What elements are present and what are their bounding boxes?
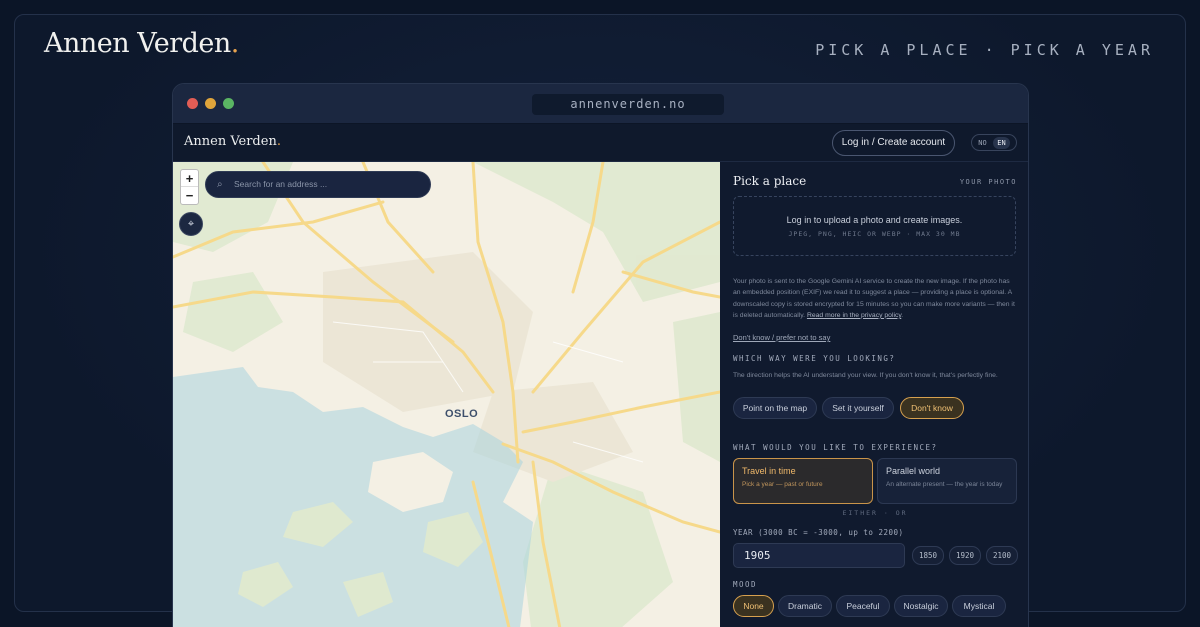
upload-formats: JPEG, PNG, HEIC OR WEBP · MAX 30 MB [788,230,961,238]
either-or-divider: EITHER · OR [842,509,908,517]
mood-peaceful-button[interactable]: Peaceful [836,595,890,617]
dont-know-place-link[interactable]: Don't know / prefer not to say [733,333,830,342]
direction-point-on-map-button[interactable]: Point on the map [733,397,817,419]
search-placeholder: Search for an address ... [234,179,328,189]
card-subtitle: Pick a year — past or future [742,481,823,488]
experience-heading: WHAT WOULD YOU LIKE TO EXPERIENCE? [733,443,938,452]
mood-none-button[interactable]: None [733,595,774,617]
zoom-controls: + − [180,169,199,205]
year-input[interactable]: 1905 [733,543,905,568]
app-logo[interactable]: Annen Verden. [184,134,281,149]
travel-in-time-card[interactable]: Travel in time Pick a year — past or fut… [733,458,873,504]
login-button[interactable]: Log in / Create account [832,130,955,156]
mood-mystical-button[interactable]: Mystical [952,595,1006,617]
card-subtitle: An alternate present — the year is today [886,481,1003,488]
year-preset-1920[interactable]: 1920 [949,546,981,565]
direction-heading: WHICH WAY WERE YOU LOOKING? [733,354,896,363]
address-bar[interactable]: annenverden.no [532,94,724,115]
card-title: Travel in time [742,466,796,476]
minimize-window-icon[interactable] [205,98,216,109]
close-window-icon[interactable] [187,98,198,109]
direction-hint: The direction helps the AI understand yo… [733,372,998,379]
privacy-notice: Your photo is sent to the Google Gemini … [733,278,1015,319]
lang-en[interactable]: EN [993,136,1010,149]
parallel-world-card[interactable]: Parallel world An alternate present — th… [877,458,1017,504]
map-view[interactable]: + − ⌖ ⌕ Search for an address ... OSLO [173,162,720,627]
direction-dont-know-button[interactable]: Don't know [900,397,964,419]
maximize-window-icon[interactable] [223,98,234,109]
browser-window: annenverden.no Annen Verden. Log in / Cr… [172,83,1029,627]
map-city-label: OSLO [445,408,479,420]
app-header: Annen Verden. Log in / Create account NO… [173,124,1028,162]
your-photo-label: YOUR PHOTO [959,178,1017,186]
tagline: PICK A PLACE · PICK A YEAR [815,41,1154,59]
mood-nostalgic-button[interactable]: Nostalgic [894,595,948,617]
search-icon: ⌕ [217,179,223,190]
mood-heading: MOOD [733,580,758,589]
browser-titlebar: annenverden.no [173,84,1028,124]
year-preset-1850[interactable]: 1850 [912,546,944,565]
panel-title: Pick a place [733,174,807,188]
card-title: Parallel world [886,466,941,476]
zoom-in-button[interactable]: + [181,170,198,187]
address-search-input[interactable]: ⌕ Search for an address ... [205,171,431,198]
locate-me-icon[interactable]: ⌖ [179,212,203,236]
lang-no[interactable]: NO [978,139,986,147]
settings-panel: Pick a place YOUR PHOTO Log in to upload… [720,162,1028,627]
year-preset-2100[interactable]: 2100 [986,546,1018,565]
zoom-out-button[interactable]: − [181,187,198,204]
map-canvas[interactable] [173,162,720,627]
photo-upload-dropzone[interactable]: Log in to upload a photo and create imag… [733,196,1016,256]
site-logo: Annen Verden. [44,28,239,59]
privacy-policy-link[interactable]: Read more in the privacy policy [807,312,901,319]
mood-dramatic-button[interactable]: Dramatic [778,595,832,617]
direction-set-yourself-button[interactable]: Set it yourself [822,397,894,419]
year-heading: YEAR (3000 BC = -3000, up to 2200) [733,528,904,537]
language-toggle[interactable]: NO EN [971,134,1017,151]
upload-title: Log in to upload a photo and create imag… [786,215,963,225]
